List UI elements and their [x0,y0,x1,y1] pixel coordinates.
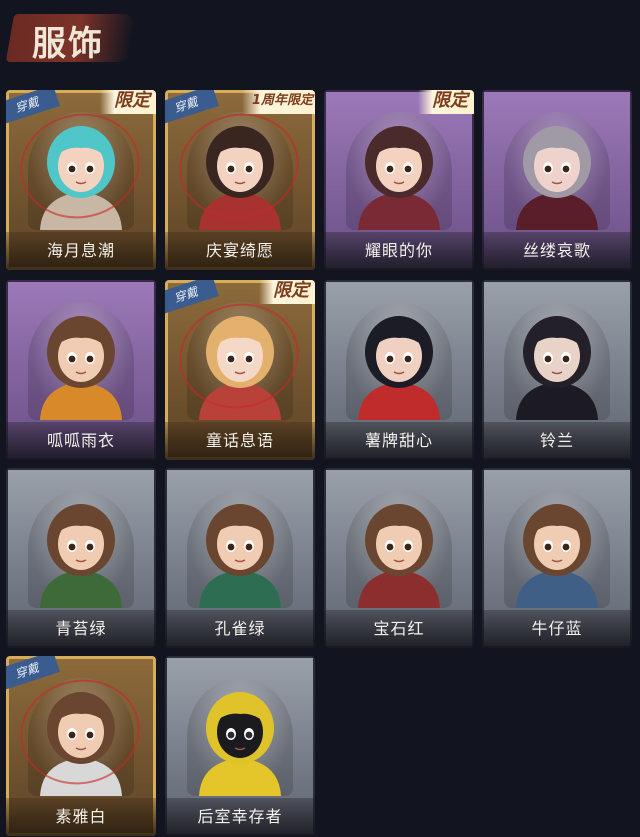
costume-name: 后室幸存者 [197,807,283,826]
character-portrait [28,302,134,420]
costume-card[interactable]: 童话息语 穿戴 限定 [165,280,315,460]
character-portrait [504,112,610,230]
character-portrait [504,302,610,420]
limited-badge: 限定 [418,90,474,114]
costume-name: 孔雀绿 [214,619,266,638]
costume-card[interactable]: 薯牌甜心 [324,280,474,460]
limited-badge: 限定 [100,90,156,114]
costume-name: 丝缕哀歌 [522,241,591,260]
costume-name: 青苔绿 [55,619,107,638]
costume-name: 薯牌甜心 [364,431,433,450]
character-portrait [346,302,452,420]
costume-card[interactable]: 后室幸存者 [165,656,315,836]
costume-name: 素雅白 [55,807,107,826]
costume-card[interactable]: 丝缕哀歌 [482,90,632,270]
costume-name: 庆宴绮愿 [205,241,274,260]
costume-card[interactable]: 素雅白 穿戴 [6,656,156,836]
costume-name: 牛仔蓝 [531,619,583,638]
costume-card[interactable]: 青苔绿 [6,468,156,648]
costume-name: 宝石红 [373,619,425,638]
character-portrait [187,490,293,608]
costume-name: 呱呱雨衣 [46,431,115,450]
character-portrait [346,112,452,230]
limited-badge: 1周年限定 [241,90,315,114]
costume-card[interactable]: 海月息潮 穿戴 限定 [6,90,156,270]
costume-card[interactable]: 呱呱雨衣 [6,280,156,460]
costume-grid: 海月息潮 穿戴 限定 庆宴绮愿 穿戴 1周年限定 耀眼的你 限定 丝缕哀歌 呱呱… [0,0,640,837]
costume-card[interactable]: 铃兰 [482,280,632,460]
costume-card[interactable]: 宝石红 [324,468,474,648]
limited-badge: 限定 [259,280,315,304]
character-portrait [187,678,293,796]
character-portrait [504,490,610,608]
costume-name: 耀眼的你 [364,241,433,260]
costume-card[interactable]: 庆宴绮愿 穿戴 1周年限定 [165,90,315,270]
character-portrait [346,490,452,608]
costume-card[interactable]: 牛仔蓝 [482,468,632,648]
character-portrait [28,490,134,608]
costume-name: 铃兰 [539,431,574,450]
costume-name: 童话息语 [205,431,274,450]
costume-card[interactable]: 耀眼的你 限定 [324,90,474,270]
costume-card[interactable]: 孔雀绿 [165,468,315,648]
costume-name: 海月息潮 [46,241,115,260]
